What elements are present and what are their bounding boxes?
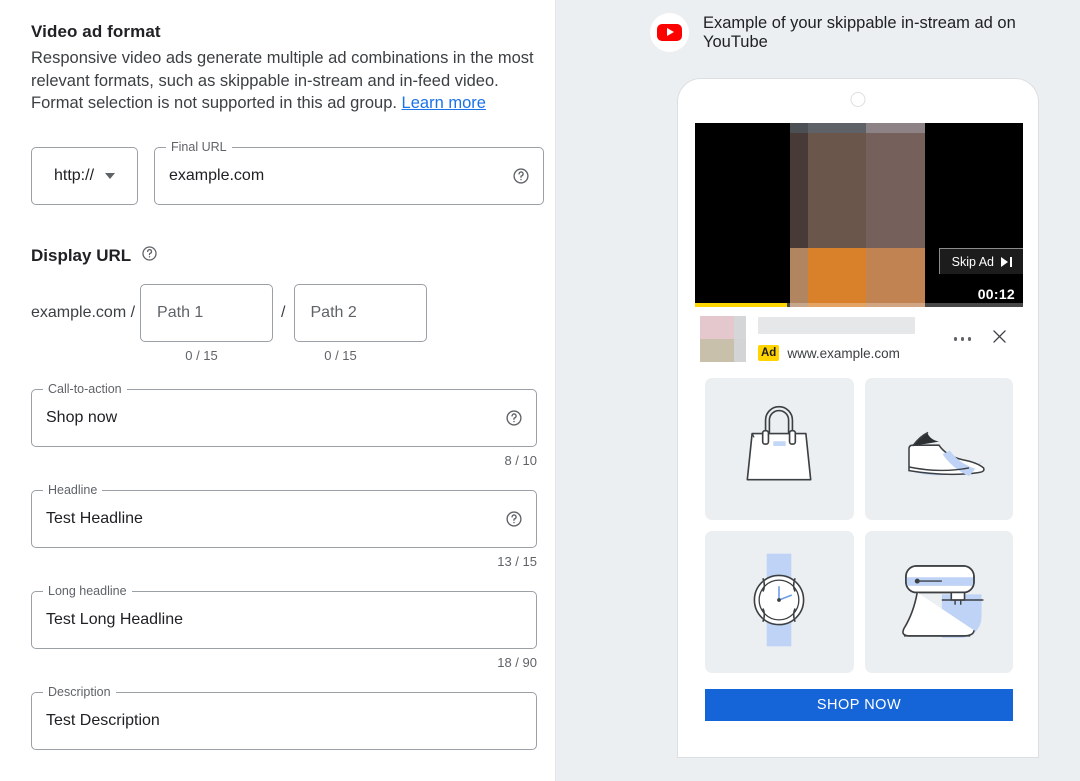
final-url-input[interactable]: Final URL example.com [154,139,544,205]
product-card-sneaker[interactable] [864,378,1013,520]
call-to-action-value: Shop now [46,408,118,426]
section-description: Responsive video ads generate multiple a… [31,47,539,115]
avatar-block [734,339,746,362]
skip-ad-label: Skip Ad [951,254,994,269]
display-url-label: Display URL [31,245,132,265]
protocol-value: http:// [53,166,95,184]
final-url-label: Final URL [166,139,232,155]
ad-title-placeholder [758,317,915,334]
path2-input[interactable]: Path 2 [293,283,427,342]
protocol-select[interactable]: http:// [31,146,138,205]
sneaker-icon [889,399,989,500]
path-separator: / [281,303,286,321]
avatar-block [700,339,734,362]
headline-counter: 13 / 15 [497,553,537,569]
long-headline-input[interactable]: Long headline Test Long Headline [31,583,537,649]
description-label: Description [43,684,116,700]
status-badge: Ad [758,345,780,361]
headline-label: Headline [43,482,103,498]
display-url-heading: Display URL [31,245,555,267]
path1-placeholder: Path 1 [157,303,204,321]
ad-editor-page: Video ad format Responsive video ads gen… [0,0,1080,781]
display-url-domain: example.com / [31,303,136,321]
handbag-icon [731,399,827,500]
ad-display-url: www.example.com [787,345,900,361]
path-counters: 0 / 15 0 / 15 [31,348,555,363]
phone-screen: Skip Ad 00:12 Ad www.example.com SHOP NO… [695,123,1023,739]
more-horizontal-icon[interactable] [953,337,971,341]
final-url-value: example.com [169,166,265,184]
path2-counter: 0 / 15 [324,347,357,363]
ad-form-panel: Video ad format Responsive video ads gen… [0,0,556,781]
product-card-handbag[interactable] [705,378,854,520]
video-thumbnail [790,123,925,307]
shop-now-button[interactable]: SHOP NOW [705,689,1013,721]
thumb-block [808,123,866,133]
headline-value: Test Headline [46,509,143,527]
product-card-stand-mixer[interactable] [864,531,1013,673]
ad-info-bar: Ad www.example.com [695,307,1023,371]
help-circle-icon[interactable] [505,409,523,427]
phone-camera-icon [850,92,866,107]
thumb-block [866,123,925,133]
product-grid [695,371,1023,673]
path2-placeholder: Path 2 [310,303,357,321]
preview-header-text: Example of your skippable in-stream ad o… [703,13,1016,51]
call-to-action-label: Call-to-action [43,381,127,397]
call-to-action-counter: 8 / 10 [504,452,537,468]
call-to-action-block: Call-to-action Shop now 8 / 10 [31,381,555,468]
avatar [700,316,746,362]
product-card-watch[interactable] [705,531,854,673]
skip-ad-button[interactable]: Skip Ad [938,248,1023,274]
final-url-row: http:// Final URL example.com [31,139,555,205]
path1-input[interactable]: Path 1 [140,283,274,342]
thumb-block [808,133,866,248]
display-url-paths-row: example.com / Path 1 / Path 2 [31,283,555,342]
avatar-block [734,316,746,339]
thumb-block [808,248,866,307]
headline-block: Headline Test Headline 13 / 15 [31,482,555,569]
description-block: Description Test Description [31,684,555,750]
ad-url-line: Ad www.example.com [758,345,954,361]
chevron-down-icon [105,172,116,179]
long-headline-value: Test Long Headline [46,610,183,628]
ad-preview-panel: Example of your skippable in-stream ad o… [556,0,1080,781]
stand-mixer-icon [887,552,991,653]
cta-container: SHOP NOW [695,673,1023,735]
learn-more-link[interactable]: Learn more [402,94,486,112]
watch-icon [731,548,827,657]
preview-header: Example of your skippable in-stream ad o… [556,0,1080,52]
headline-input[interactable]: Headline Test Headline [31,482,537,548]
thumb-block [790,248,808,307]
page-title: Video ad format [31,22,161,41]
thumb-block [790,133,808,248]
path1-counter: 0 / 15 [185,347,218,363]
help-circle-icon[interactable] [505,510,523,528]
help-circle-icon[interactable] [141,245,158,267]
ad-info-body: Ad www.example.com [758,316,954,361]
video-player[interactable]: Skip Ad 00:12 [695,123,1023,307]
thumb-block [790,123,808,133]
ad-bar-actions [953,316,1024,351]
long-headline-label: Long headline [43,583,132,599]
long-headline-counter: 18 / 90 [497,654,537,670]
thumb-block [866,133,925,248]
phone-mockup: Skip Ad 00:12 Ad www.example.com SHOP NO… [677,78,1039,758]
thumb-block [866,248,925,307]
description-value: Test Description [46,711,160,729]
video-timer: 00:12 [977,286,1015,302]
call-to-action-input[interactable]: Call-to-action Shop now [31,381,537,447]
skip-next-icon [1001,256,1012,267]
avatar-block [700,316,734,339]
youtube-logo-icon [650,13,689,52]
description-input[interactable]: Description Test Description [31,684,537,750]
close-icon[interactable] [990,327,1009,351]
long-headline-block: Long headline Test Long Headline 18 / 90 [31,583,555,670]
help-circle-icon[interactable] [512,167,530,185]
